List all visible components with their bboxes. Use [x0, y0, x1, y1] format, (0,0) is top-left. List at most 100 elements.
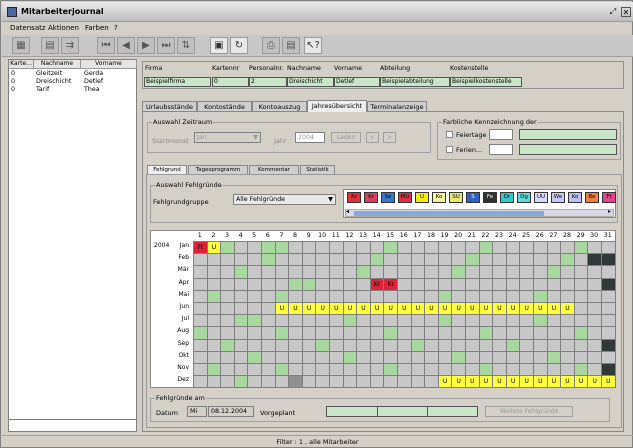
calendar-day-cell[interactable]: [505, 253, 521, 267]
calendar-day-cell[interactable]: [315, 338, 330, 352]
calendar-day-cell[interactable]: [274, 253, 290, 267]
copy-icon[interactable]: ⇉: [61, 37, 79, 54]
feiertage-color-swatch[interactable]: [519, 129, 617, 140]
calendar-day-cell[interactable]: [288, 326, 303, 340]
calendar-day-cell[interactable]: [546, 253, 562, 267]
calendar-day-cell[interactable]: [342, 265, 358, 279]
calendar-day-cell[interactable]: [451, 253, 466, 267]
calendar-day-cell[interactable]: [560, 314, 575, 328]
calendar-day-cell[interactable]: [397, 253, 412, 267]
calendar-day-cell[interactable]: U: [465, 375, 480, 389]
calendar-day-cell[interactable]: [533, 277, 548, 291]
calendar-day-cell[interactable]: [465, 350, 480, 364]
calendar-day-cell[interactable]: [356, 350, 371, 364]
next-record-icon[interactable]: ▶: [137, 37, 155, 54]
calendar-day-cell[interactable]: [437, 253, 453, 267]
undo-icon[interactable]: ↻: [230, 37, 248, 54]
calendar-day-cell[interactable]: Kr: [369, 277, 385, 291]
calendar-day-cell[interactable]: U: [492, 375, 507, 389]
menu-aktionen[interactable]: Aktionen: [48, 24, 79, 32]
date-field[interactable]: 08.12.2004: [208, 406, 254, 417]
calendar-day-cell[interactable]: [410, 289, 426, 303]
calendar-day-cell[interactable]: [437, 350, 453, 364]
startmonat-select[interactable]: Jan ▼: [194, 132, 261, 143]
list-cell[interactable]: 0: [11, 70, 15, 78]
calendar-day-cell[interactable]: [342, 326, 358, 340]
feiertage-color-input[interactable]: [489, 129, 513, 140]
calendar-day-cell[interactable]: [533, 326, 548, 340]
calendar-day-cell[interactable]: [424, 338, 439, 352]
calendar-day-cell[interactable]: [587, 314, 602, 328]
calendar-day-cell[interactable]: [383, 314, 398, 328]
calendar-day-cell[interactable]: [451, 338, 466, 352]
calendar-day-cell[interactable]: U: [601, 375, 616, 389]
calendar-day-cell[interactable]: [478, 314, 494, 328]
calendar-day-cell[interactable]: [546, 338, 562, 352]
close-icon[interactable]: ✕: [621, 7, 631, 17]
calendar-day-cell[interactable]: [546, 265, 562, 279]
calendar-day-cell[interactable]: [329, 277, 344, 291]
calendar-day-cell[interactable]: [220, 350, 235, 364]
calendar-day-cell[interactable]: [560, 338, 575, 352]
calendar-day-cell[interactable]: [437, 289, 453, 303]
calendar-day-cell[interactable]: [301, 338, 317, 352]
calendar-day-cell[interactable]: [356, 253, 371, 267]
col-header-nachname[interactable]: Nachname: [34, 60, 81, 69]
calendar-day-cell[interactable]: [315, 253, 330, 267]
abteilung-field[interactable]: Beispielabteilung: [380, 77, 450, 87]
calendar-day-cell[interactable]: [301, 253, 317, 267]
calendar-day-cell[interactable]: [261, 350, 276, 364]
calendar-day-cell[interactable]: [383, 265, 398, 279]
calendar-day-cell[interactable]: [492, 350, 507, 364]
calendar-day-cell[interactable]: [220, 338, 235, 352]
calendar-day-cell[interactable]: [519, 253, 534, 267]
calendar-day-cell[interactable]: [342, 350, 358, 364]
calendar-day-cell[interactable]: [383, 289, 398, 303]
calendar-day-cell[interactable]: [369, 253, 385, 267]
calendar-day-cell[interactable]: [478, 265, 494, 279]
next-year-button[interactable]: >: [383, 132, 396, 143]
calendar-day-cell[interactable]: [233, 375, 249, 389]
calendar-day-cell[interactable]: [261, 326, 276, 340]
calendar-day-cell[interactable]: [288, 253, 303, 267]
calendar-day-cell[interactable]: [587, 326, 602, 340]
calendar-day-cell[interactable]: [315, 277, 330, 291]
ferien-checkbox[interactable]: [446, 146, 453, 153]
list-cell[interactable]: Tarif: [36, 86, 49, 94]
weekday-field[interactable]: Mi: [187, 406, 207, 417]
personalnr-field[interactable]: 2: [249, 77, 287, 87]
calendar-day-cell[interactable]: [573, 265, 589, 279]
calendar-day-cell[interactable]: [383, 253, 398, 267]
calendar-day-cell[interactable]: [193, 253, 208, 267]
ferien-color-swatch[interactable]: [519, 144, 617, 155]
print-icon[interactable]: ⎙: [262, 37, 280, 54]
calendar-day-cell[interactable]: [369, 265, 385, 279]
fehlgrundgruppe-select[interactable]: Alle Fehlgründe ▼: [233, 194, 336, 205]
calendar-day-cell[interactable]: [601, 289, 616, 303]
calendar-day-cell[interactable]: [356, 375, 371, 389]
fehlgrund-code-chip[interactable]: Mü: [398, 192, 412, 203]
calendar-day-cell[interactable]: [247, 350, 262, 364]
calendar-day-cell[interactable]: [587, 265, 602, 279]
fehlgrund-code-chip[interactable]: Ko: [568, 192, 582, 203]
calendar-day-cell[interactable]: [247, 326, 262, 340]
calendar-day-cell[interactable]: [274, 375, 290, 389]
calendar-day-cell[interactable]: [288, 338, 303, 352]
fehlgrund-code-chip[interactable]: Dr: [500, 192, 514, 203]
calendar-day-cell[interactable]: [410, 253, 426, 267]
calendar-day-cell[interactable]: U: [437, 375, 453, 389]
table-icon[interactable]: ▦: [12, 37, 30, 54]
calendar-day-cell[interactable]: [193, 314, 208, 328]
calendar-day-cell[interactable]: [193, 289, 208, 303]
calendar-day-cell[interactable]: [437, 326, 453, 340]
calendar-day-cell[interactable]: [342, 277, 358, 291]
calendar-day-cell[interactable]: [424, 265, 439, 279]
calendar-day-cell[interactable]: [410, 326, 426, 340]
menu-datensatz[interactable]: Datensatz: [10, 24, 46, 32]
calendar-day-cell[interactable]: [206, 265, 222, 279]
list-cell[interactable]: Gerda: [84, 70, 103, 78]
calendar-day-cell[interactable]: [533, 265, 548, 279]
calendar-day-cell[interactable]: [437, 338, 453, 352]
calendar-day-cell[interactable]: [315, 265, 330, 279]
col-header-vorname[interactable]: Vorname: [81, 60, 137, 69]
